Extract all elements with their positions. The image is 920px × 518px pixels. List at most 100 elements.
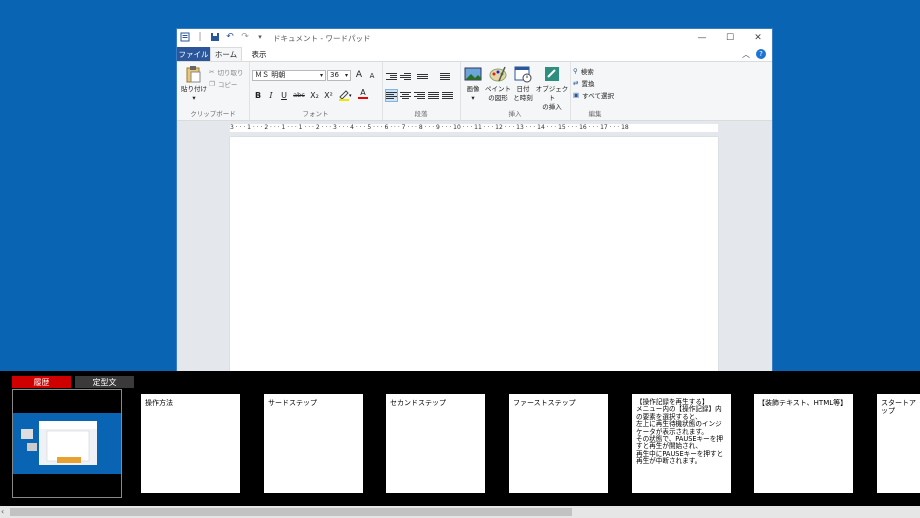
cut-label: 切り取り [217, 69, 244, 77]
history-card[interactable]: 操作方法 [141, 394, 240, 493]
customize-qat-icon[interactable]: ▾ [255, 32, 265, 42]
font-group-label: フォント [302, 110, 329, 118]
insert-group-label: 挿入 [508, 110, 522, 118]
select-all-icon: ▣ [573, 91, 580, 99]
history-card[interactable]: 【操作記録を再生する】 メニュー内の【操作記録】内の要素を選択すると、 左上に再… [632, 394, 731, 493]
increase-indent-icon[interactable] [400, 71, 411, 82]
group-clipboard: 貼り付け ▾ ✂ 切り取り ❐ コピー クリップボード [177, 62, 250, 120]
separator: | [198, 32, 202, 42]
font-size-select[interactable]: 36 ▾ [327, 70, 351, 81]
tab-home[interactable]: ホーム [210, 47, 242, 61]
paint-palette-icon [489, 66, 507, 82]
help-icon[interactable]: ? [756, 49, 766, 59]
object-icon [545, 67, 559, 81]
datetime-button[interactable]: 日付 と時刻 [512, 65, 534, 103]
history-card[interactable]: セカンドステップ [386, 394, 485, 493]
font-color-button[interactable]: A [355, 88, 371, 100]
binoculars-icon: ⚲ [573, 67, 578, 75]
cut-button[interactable]: ✂ 切り取り [209, 67, 243, 77]
copy-icon: ❐ [209, 80, 215, 88]
clipboard-group-label: クリップボード [190, 110, 236, 118]
thumbnail-image [13, 413, 121, 474]
close-button[interactable]: ✕ [744, 29, 772, 47]
quick-access-toolbar: | ↶ ↷ ▾ [180, 32, 265, 42]
bullet-list-icon[interactable] [414, 71, 428, 82]
maximize-button[interactable]: ☐ [716, 29, 744, 47]
paste-icon [186, 66, 201, 83]
copy-label: コピー [217, 81, 238, 89]
italic-button[interactable]: I [265, 89, 277, 101]
tab-file[interactable]: ファイル [177, 47, 210, 61]
horizontal-scrollbar[interactable]: ‹ [0, 506, 920, 518]
wordpad-app-icon [180, 32, 190, 42]
insert-picture-button[interactable]: 画像 ▾ [462, 65, 484, 103]
highlighter-icon: ▾ [339, 90, 352, 101]
paste-dropdown-icon[interactable]: ▾ [192, 94, 195, 103]
redo-icon[interactable]: ↷ [240, 32, 250, 42]
ribbon-tabs: ファイル ホーム 表示 ︿ ? [177, 47, 772, 61]
paint-label: ペイント の図形 [485, 85, 511, 102]
find-label: 検索 [580, 68, 594, 76]
replace-button[interactable]: ⇄ 置換 [573, 78, 594, 88]
line-spacing-icon[interactable] [436, 71, 450, 82]
history-card[interactable]: 【装飾テキスト、HTML等】 [754, 394, 853, 493]
font-color-label: A [360, 88, 366, 97]
align-left-icon[interactable] [385, 89, 398, 102]
picture-label: 画像 [466, 85, 480, 93]
history-card[interactable]: ファーストステップ [509, 394, 608, 493]
datetime-label: 日付 と時刻 [513, 85, 533, 102]
edit-group-label: 編集 [588, 110, 602, 118]
justify-icon[interactable] [428, 90, 439, 101]
font-family-select[interactable]: ＭＳ 明朝 ▾ [252, 70, 326, 81]
subscript-button[interactable]: X₂ [308, 89, 321, 101]
paste-label: 貼り付け [181, 85, 207, 93]
align-right-icon[interactable] [414, 90, 425, 101]
paragraph-settings-icon[interactable] [442, 90, 453, 101]
paint-drawing-button[interactable]: ペイント の図形 [485, 65, 511, 103]
ruler[interactable]: 3 · · · 1 · · · 2 · · · 1 · · · 1 · · · … [230, 124, 718, 132]
select-all-label: すべて選択 [582, 92, 614, 100]
calendar-clock-icon [514, 66, 532, 83]
tab-view[interactable]: 表示 [245, 47, 273, 61]
window-title: ドキュメント - ワードパッド [273, 34, 371, 43]
replace-label: 置換 [581, 80, 595, 88]
collapse-ribbon-icon[interactable]: ︿ [742, 49, 750, 60]
find-button[interactable]: ⚲ 検索 [573, 66, 594, 76]
history-panel: 履歴 定型文 操作方法 サードステップ セカンドステップ ファーストステップ 【… [0, 371, 920, 518]
picture-dropdown-icon[interactable]: ▾ [471, 94, 474, 103]
tab-templates[interactable]: 定型文 [75, 376, 134, 388]
bold-button[interactable]: B [252, 89, 264, 101]
history-screenshot-thumbnail[interactable] [12, 389, 122, 498]
superscript-button[interactable]: X² [322, 89, 335, 101]
undo-icon[interactable]: ↶ [225, 32, 235, 42]
underline-button[interactable]: U [278, 89, 290, 101]
paragraph-group-label: 段落 [414, 110, 428, 118]
tab-history[interactable]: 履歴 [12, 376, 71, 388]
scroll-left-arrow-icon[interactable]: ‹ [1, 506, 4, 518]
insert-object-button[interactable]: オブジェクト の挿入 [535, 65, 569, 112]
document-area: 3 · · · 1 · · · 2 · · · 1 · · · 1 · · · … [177, 121, 772, 371]
align-center-icon[interactable] [400, 90, 411, 101]
scissors-icon: ✂ [209, 68, 215, 76]
grow-font-button[interactable]: A [353, 69, 365, 81]
document-page[interactable] [230, 137, 718, 371]
picture-icon [464, 67, 482, 81]
group-font: ＭＳ 明朝 ▾ 36 ▾ A A B I U abc X₂ X² ▾ A フォント [249, 62, 383, 120]
ribbon: 貼り付け ▾ ✂ 切り取り ❐ コピー クリップボード ＭＳ 明朝 ▾ 36 ▾ A… [177, 61, 772, 121]
save-icon[interactable] [210, 32, 220, 42]
history-card[interactable]: サードステップ [264, 394, 363, 493]
copy-button[interactable]: ❐ コピー [209, 79, 237, 89]
title-bar: | ↶ ↷ ▾ ドキュメント - ワードパッド — ☐ ✕ [177, 29, 772, 47]
scrollbar-thumb[interactable] [10, 508, 572, 516]
highlight-button[interactable]: ▾ [337, 89, 353, 101]
font-color-swatch [358, 97, 368, 99]
select-all-button[interactable]: ▣ すべて選択 [573, 90, 614, 100]
minimize-button[interactable]: — [688, 29, 716, 47]
group-edit: ⚲ 検索 ⇄ 置換 ▣ すべて選択 編集 [570, 62, 620, 120]
strikethrough-button[interactable]: abc [291, 89, 307, 101]
decrease-indent-icon[interactable] [386, 71, 397, 82]
paste-button[interactable]: 貼り付け ▾ [180, 65, 208, 103]
history-card[interactable]: スタートアップ [877, 394, 920, 493]
group-insert: 画像 ▾ ペイント の図形 日付 と時刻 オブジェクト の挿入 挿入 [460, 62, 571, 120]
shrink-font-button[interactable]: A [366, 70, 378, 82]
